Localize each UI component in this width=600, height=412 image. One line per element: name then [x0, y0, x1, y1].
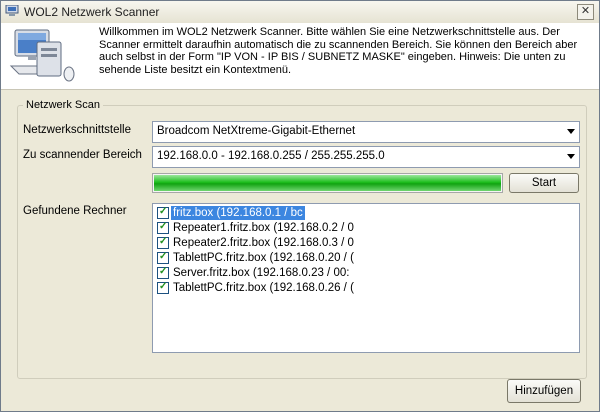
close-button[interactable]: ✕ — [577, 4, 594, 20]
checkmark-icon: ✓ — [159, 281, 168, 292]
host-list-item[interactable]: ✓ TablettPC.fritz.box (192.168.0.26 / ( — [155, 281, 575, 295]
app-icon — [5, 5, 19, 16]
host-list-item[interactable]: ✓ Server.fritz.box (192.168.0.23 / 00: — [155, 266, 575, 280]
checkmark-icon: ✓ — [159, 206, 168, 217]
checkmark-icon: ✓ — [159, 251, 168, 262]
interface-dropdown[interactable]: Broadcom NetXtreme-Gigabit-Ethernet — [152, 121, 580, 143]
dialog-body: Willkommen im WOL2 Netzwerk Scanner. Bit… — [1, 23, 599, 411]
host-checkbox[interactable]: ✓ — [157, 251, 169, 264]
title-bar[interactable]: WOL2 Netzwerk Scanner ✕ — [1, 1, 599, 24]
range-combobox[interactable]: 192.168.0.0 - 192.168.0.255 / 255.255.25… — [152, 146, 580, 168]
host-checkbox[interactable]: ✓ — [157, 221, 169, 234]
progress-fill — [154, 175, 501, 191]
window-title: WOL2 Netzwerk Scanner — [24, 5, 160, 19]
host-list-item[interactable]: ✓ fritz.box (192.168.0.1 / bc — [155, 206, 575, 220]
intro-text: Willkommen im WOL2 Netzwerk Scanner. Bit… — [99, 26, 578, 76]
checkmark-icon: ✓ — [159, 221, 168, 232]
host-label: Server.fritz.box (192.168.0.23 / 00: — [173, 267, 350, 279]
scan-group-title: Netzwerk Scan — [23, 99, 103, 111]
host-checkbox[interactable]: ✓ — [157, 206, 169, 219]
host-label: Repeater1.fritz.box (192.168.0.2 / 0 — [173, 222, 354, 234]
host-list-item[interactable]: ✓ Repeater2.fritz.box (192.168.0.3 / 0 — [155, 236, 575, 250]
interface-value: Broadcom NetXtreme-Gigabit-Ethernet — [157, 125, 356, 137]
host-checkbox[interactable]: ✓ — [157, 236, 169, 249]
computer-icon — [9, 29, 75, 82]
dropdown-arrow-icon[interactable] — [567, 129, 575, 134]
found-hosts-label: Gefundene Rechner — [23, 205, 127, 217]
interface-label: Netzwerkschnittstelle — [23, 124, 132, 136]
range-label: Zu scannender Bereich — [23, 149, 142, 161]
add-button[interactable]: Hinzufügen — [507, 379, 581, 403]
host-label: TablettPC.fritz.box (192.168.0.26 / ( — [173, 282, 354, 294]
scanner-window: WOL2 Netzwerk Scanner ✕ Willkommen im WO… — [0, 0, 600, 412]
dropdown-arrow-icon[interactable] — [567, 154, 575, 159]
host-checkbox[interactable]: ✓ — [157, 281, 169, 294]
info-banner: Willkommen im WOL2 Netzwerk Scanner. Bit… — [1, 23, 599, 90]
checkmark-icon: ✓ — [159, 266, 168, 277]
start-button[interactable]: Start — [509, 173, 579, 193]
host-label: fritz.box (192.168.0.1 / bc — [171, 206, 305, 220]
host-label: TablettPC.fritz.box (192.168.0.20 / ( — [173, 252, 354, 264]
host-list[interactable]: ✓ fritz.box (192.168.0.1 / bc ✓ Repeater1.f… — [152, 203, 580, 353]
host-list-item[interactable]: ✓ Repeater1.fritz.box (192.168.0.2 / 0 — [155, 221, 575, 235]
scan-progress-bar — [152, 173, 503, 193]
host-checkbox[interactable]: ✓ — [157, 266, 169, 279]
host-list-item[interactable]: ✓ TablettPC.fritz.box (192.168.0.20 / ( — [155, 251, 575, 265]
host-label: Repeater2.fritz.box (192.168.0.3 / 0 — [173, 237, 354, 249]
range-value: 192.168.0.0 - 192.168.0.255 / 255.255.25… — [157, 150, 385, 162]
checkmark-icon: ✓ — [159, 236, 168, 247]
